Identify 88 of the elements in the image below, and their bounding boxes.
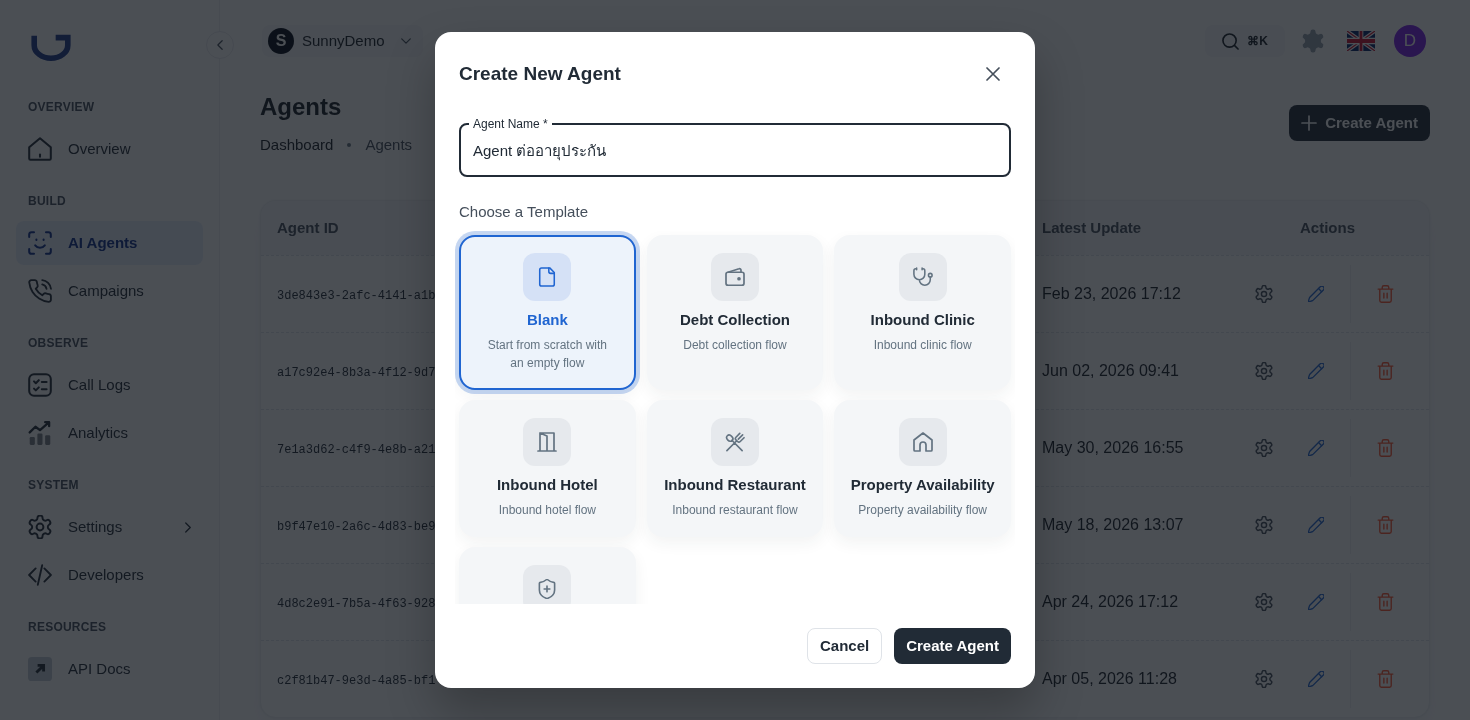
table-cell: 4d8c2e91-7b5a-4f63-928 [277, 597, 436, 611]
trash-icon[interactable] [1376, 593, 1394, 611]
utensils-icon [711, 418, 759, 466]
template-description: Inbound clinic flow [872, 337, 973, 354]
field-label: Agent Name * [472, 116, 549, 132]
template-title: Inbound Clinic [870, 310, 975, 330]
table-cell: Feb 23, 2026 17:12 [1042, 285, 1181, 302]
nav-item[interactable]: Analytics [16, 411, 203, 455]
table-cell: 3de843e3-2afc-4141-a1b [277, 289, 436, 303]
template-title: Debt Collection [680, 310, 790, 330]
pencil-icon[interactable] [1308, 363, 1324, 379]
gear-icon[interactable] [1255, 593, 1273, 611]
table-cell: Apr 05, 2026 11:28 [1042, 670, 1177, 687]
template-card[interactable]: Blank Start from scratch with an empty flow [459, 235, 636, 390]
template-description: Property availability flow [857, 502, 988, 519]
shield-plus-icon [523, 565, 572, 604]
gear-icon[interactable] [1255, 362, 1273, 380]
cancel-button[interactable]: Cancel [807, 628, 883, 664]
nav-item[interactable]: Overview [16, 127, 203, 171]
breadcrumb-link[interactable]: Dashboard [260, 135, 334, 155]
table-cell: May 18, 2026 13:07 [1042, 516, 1184, 533]
template-description: Start from scratch with an empty flow [486, 337, 608, 372]
gear-icon [28, 515, 52, 539]
face-scan-icon [28, 231, 52, 255]
pencil-icon[interactable] [1308, 671, 1324, 687]
agent-name-field[interactable]: Agent Name * Agent ต่ออายุประกัน [459, 116, 1011, 177]
template-description: Inbound restaurant flow [671, 502, 799, 519]
table-cell: Apr 24, 2026 17:12 [1042, 593, 1179, 610]
template-card[interactable]: Inbound Restaurant Inbound restaurant flow [646, 400, 824, 537]
wallet-icon [711, 253, 759, 301]
gear-icon[interactable] [1255, 516, 1273, 534]
workspace-avatar: S [268, 28, 294, 54]
checklist-icon [28, 373, 52, 397]
trash-icon[interactable] [1376, 285, 1394, 303]
template-description: Inbound hotel flow [497, 502, 598, 519]
page-title: Agents [260, 92, 343, 122]
pencil-icon[interactable] [1308, 594, 1324, 610]
template-description: Debt collection flow [682, 337, 788, 354]
template-card[interactable]: Property Availability Property availability flow [834, 400, 1011, 537]
pencil-icon[interactable] [1308, 440, 1324, 456]
section-label: Choose a Template [459, 202, 589, 222]
settings-icon[interactable] [1301, 29, 1325, 53]
search-icon [1222, 32, 1240, 50]
nav-item[interactable]: Campaigns [16, 269, 203, 313]
bar-chart-icon [28, 421, 52, 445]
chevron-left-icon [217, 40, 223, 50]
door-icon [523, 418, 572, 466]
trash-icon[interactable] [1376, 362, 1394, 380]
nav-item[interactable]: Developers [16, 553, 203, 597]
flag-icon[interactable] [1347, 31, 1375, 51]
house-icon [898, 418, 947, 466]
code-icon [28, 563, 52, 587]
trash-icon[interactable] [1376, 516, 1394, 534]
gear-icon[interactable] [1255, 670, 1273, 688]
table-cell: b9f47e10-2a6c-4d83-be9 [277, 520, 436, 534]
template-title: Blank [526, 310, 568, 330]
table-cell: c2f81b47-9e3d-4a85-bf1 [277, 674, 436, 688]
table-cell: 7e1a3d62-c4f9-4e8b-a21 [277, 443, 436, 457]
template-title: Inbound Restaurant [664, 475, 806, 495]
template-card[interactable]: Inbound Hotel Inbound hotel flow [459, 400, 636, 537]
arrow-square-icon [28, 657, 52, 681]
create-agent-button[interactable]: Create Agent [894, 628, 1011, 664]
template-title: Property Availability [850, 475, 995, 495]
gear-icon[interactable] [1255, 439, 1273, 457]
stethoscope-icon [898, 253, 947, 301]
nav-item[interactable]: Call Logs [16, 363, 203, 407]
template-card[interactable]: Debt Collection Debt collection flow [646, 235, 824, 390]
trash-icon[interactable] [1376, 439, 1394, 457]
nav-item[interactable]: API Docs [16, 647, 203, 691]
close-icon[interactable] [986, 67, 1000, 81]
template-card[interactable]: Inbound Clinic Inbound clinic flow [834, 235, 1011, 390]
dialog-title: Create New Agent [459, 61, 621, 86]
pencil-icon[interactable] [1308, 517, 1324, 533]
house-icon [28, 137, 52, 161]
template-title: Inbound Hotel [496, 475, 598, 495]
pencil-icon[interactable] [1308, 286, 1324, 302]
table-cell: May 30, 2026 16:55 [1042, 439, 1184, 456]
chevron-right-icon [185, 521, 191, 533]
file-icon [523, 253, 572, 301]
trash-icon[interactable] [1376, 670, 1394, 688]
phone-icon [28, 279, 52, 303]
logo-icon[interactable] [30, 33, 72, 61]
chevron-down-icon [400, 38, 411, 44]
gear-icon[interactable] [1255, 285, 1273, 303]
nav-item[interactable]: Settings [16, 505, 203, 549]
table-cell: a17c92e4-8b3a-4f12-9d7 [277, 366, 436, 380]
collapse-button[interactable] [206, 31, 234, 59]
plus-icon [1301, 115, 1318, 131]
